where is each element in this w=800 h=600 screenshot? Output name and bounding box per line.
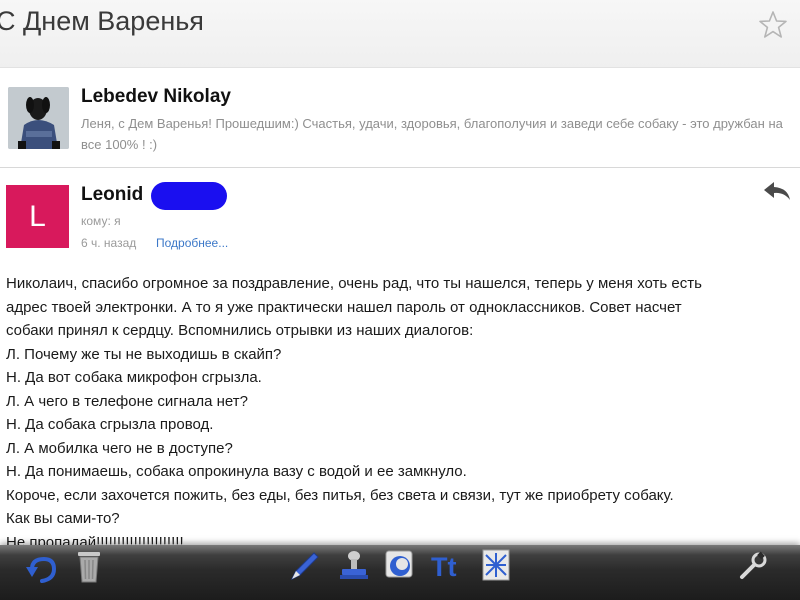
body-line: Л. А чего в телефоне сигнала нет? [6,392,248,410]
details-link[interactable]: Подробнее... [156,236,228,250]
redaction-mark [151,182,227,210]
thread-message-collapsed[interactable]: Lebedev Nikolay Леня, с Дем Варенья! Про… [0,68,800,168]
trash-icon[interactable] [76,549,102,583]
reply-icon[interactable] [762,180,792,202]
wrench-icon[interactable] [738,551,768,581]
star-icon[interactable] [758,10,788,40]
sender-avatar: L [6,185,69,248]
message-header: L Leonid кому: я 6 ч. назад Подробнее... [0,168,800,258]
sender-name: Lebedev Nikolay [81,86,231,107]
body-line: Л. А мобилка чего не в доступе? [6,439,233,457]
body-line: собаки принял к сердцу. Вспомнились отры… [6,322,474,339]
body-line: Н. Да понимаешь, собака опрокинула вазу … [6,463,467,480]
stamp-icon[interactable] [338,549,370,583]
body-line: Н. Да собака сгрызла провод. [6,416,214,433]
subject-title: С Днем Варенья [0,6,204,36]
pattern-icon[interactable] [482,549,512,583]
pen-icon[interactable] [288,549,322,583]
body-line: Николаич, спасибо огромное за поздравлен… [6,275,702,292]
message-snippet: Леня, с Дем Варенья! Прошедшим:) Счастья… [81,116,783,152]
dog-photo-icon [8,87,69,149]
shape-icon[interactable] [384,549,416,583]
text-icon[interactable]: Tt [430,549,466,583]
sender-name: Leonid [81,184,144,205]
sender-photo-avatar [8,87,69,149]
annotation-toolbar: Tt [0,545,800,600]
message-body: Николаич, спасибо огромное за поздравлен… [6,272,796,578]
body-line: адрес твоей электронки. А то я уже практ… [6,298,682,316]
undo-icon[interactable] [26,555,58,585]
body-line: Как вы сами-то? [6,510,120,527]
body-line: Короче, если захочется пожить, без еды, … [6,486,674,504]
subject-header: С Днем Варенья [0,0,800,68]
body-line: Л. Почему же ты не выходишь в скайп? [6,345,282,363]
message-time: 6 ч. назад [81,236,137,250]
svg-text:Tt: Tt [431,552,456,582]
recipient-line: кому: я [81,214,121,228]
body-line: Н. Да вот собака микрофон сгрызла. [6,369,262,386]
